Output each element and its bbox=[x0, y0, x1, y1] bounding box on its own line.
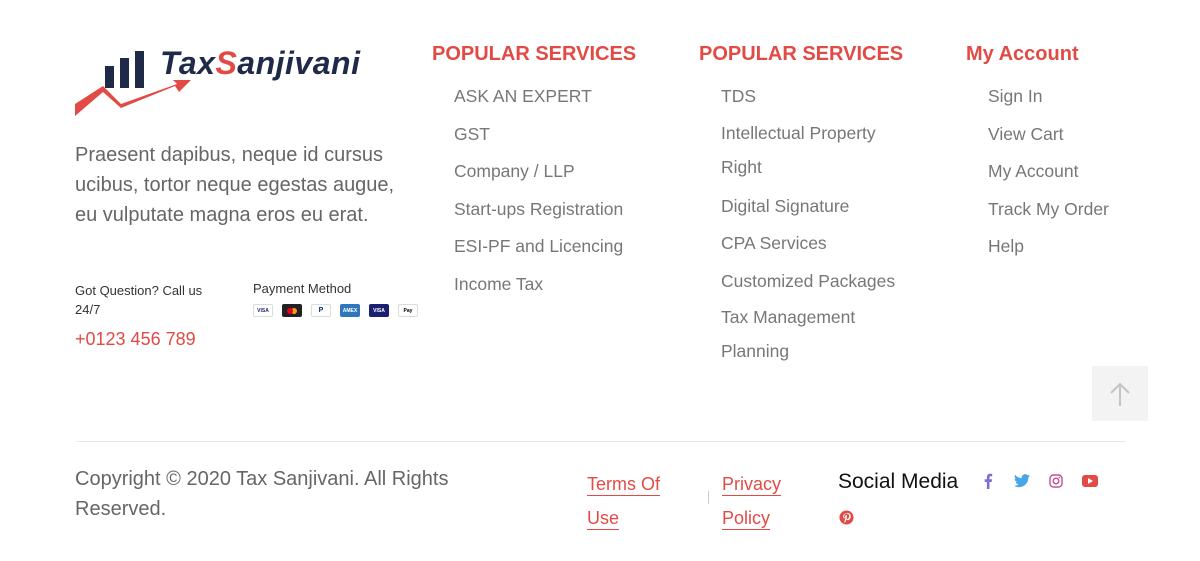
link-separator bbox=[708, 491, 709, 504]
contact-question: Got Question? Call us 24/7 bbox=[75, 283, 203, 317]
footer-link-ask-an-expert[interactable]: ASK AN EXPERT bbox=[454, 78, 623, 116]
phone-link[interactable]: +0123 456 789 bbox=[75, 329, 196, 350]
footer-link-startups-registration[interactable]: Start-ups Registration bbox=[454, 191, 623, 229]
facebook-icon[interactable] bbox=[980, 473, 996, 489]
site-logo[interactable]: TaxSanjivani bbox=[75, 45, 385, 120]
footer-divider bbox=[76, 441, 1126, 442]
back-to-top-button[interactable] bbox=[1092, 366, 1148, 421]
footer-link-cpa-services[interactable]: CPA Services bbox=[721, 225, 921, 263]
payment-method-title: Payment Method bbox=[253, 281, 352, 296]
arrow-up-icon bbox=[1110, 382, 1130, 406]
mastercard-icon bbox=[282, 304, 302, 317]
visa-card-icon: VISA bbox=[253, 304, 273, 317]
column-title-popular-services-1: POPULAR SERVICES bbox=[432, 43, 637, 65]
column-title-popular-services-2: POPULAR SERVICES bbox=[699, 43, 904, 65]
terms-of-use-link[interactable]: Terms Of Use bbox=[587, 474, 661, 530]
paypal-icon: P bbox=[311, 304, 331, 317]
footer-link-tax-management[interactable]: Tax Management Planning bbox=[721, 300, 921, 372]
logo-accent: S bbox=[215, 45, 238, 81]
footer-link-sign-in[interactable]: Sign In bbox=[988, 78, 1109, 116]
payment-icons: VISA P AMEX VISA Pay bbox=[253, 304, 418, 317]
apple-pay-icon: Pay bbox=[398, 304, 418, 317]
column-title-my-account: My Account bbox=[966, 43, 1079, 65]
amex-card-icon: AMEX bbox=[340, 304, 360, 317]
footer-link-my-account[interactable]: My Account bbox=[988, 153, 1109, 191]
footer-link-tds[interactable]: TDS bbox=[721, 78, 921, 116]
logo-prefix: Tax bbox=[160, 45, 216, 81]
footer-link-digital-signature[interactable]: Digital Signature bbox=[721, 188, 921, 226]
footer-link-track-order[interactable]: Track My Order bbox=[988, 191, 1109, 229]
footer-link-esi-pf[interactable]: ESI-PF and Licencing bbox=[454, 228, 623, 266]
privacy-policy-block: Privacy Policy bbox=[722, 468, 812, 536]
footer-link-income-tax[interactable]: Income Tax bbox=[454, 266, 623, 304]
popular-services-list-2: TDS Intellectual Property Right Digital … bbox=[721, 78, 921, 372]
pinterest-icon[interactable] bbox=[838, 509, 854, 525]
logo-suffix: anjivani bbox=[237, 45, 361, 81]
footer-link-help[interactable]: Help bbox=[988, 228, 1109, 266]
my-account-list: Sign In View Cart My Account Track My Or… bbox=[988, 78, 1109, 266]
footer-link-view-cart[interactable]: View Cart bbox=[988, 116, 1109, 154]
popular-services-list-1: ASK AN EXPERT GST Company / LLP Start-up… bbox=[454, 78, 623, 303]
social-media-title: Social Media bbox=[838, 470, 959, 493]
social-icons bbox=[980, 473, 1098, 489]
footer-link-customized-packages[interactable]: Customized Packages bbox=[721, 263, 921, 301]
visa-blue-card-icon: VISA bbox=[369, 304, 389, 317]
footer-link-company-llp[interactable]: Company / LLP bbox=[454, 153, 623, 191]
footer-link-gst[interactable]: GST bbox=[454, 116, 623, 154]
about-text: Praesent dapibus, neque id cursus ucibus… bbox=[75, 144, 395, 226]
twitter-icon[interactable] bbox=[1014, 473, 1030, 489]
footer-link-intellectual-property[interactable]: Intellectual Property Right bbox=[721, 116, 921, 188]
instagram-icon[interactable] bbox=[1048, 473, 1064, 489]
terms-of-use-block: Terms Of Use bbox=[587, 468, 677, 536]
logo-text: TaxSanjivani bbox=[160, 45, 360, 82]
privacy-policy-link[interactable]: Privacy Policy bbox=[722, 474, 782, 530]
copyright-text: Copyright © 2020 Tax Sanjivani. All Righ… bbox=[75, 468, 449, 520]
youtube-icon[interactable] bbox=[1082, 473, 1098, 489]
